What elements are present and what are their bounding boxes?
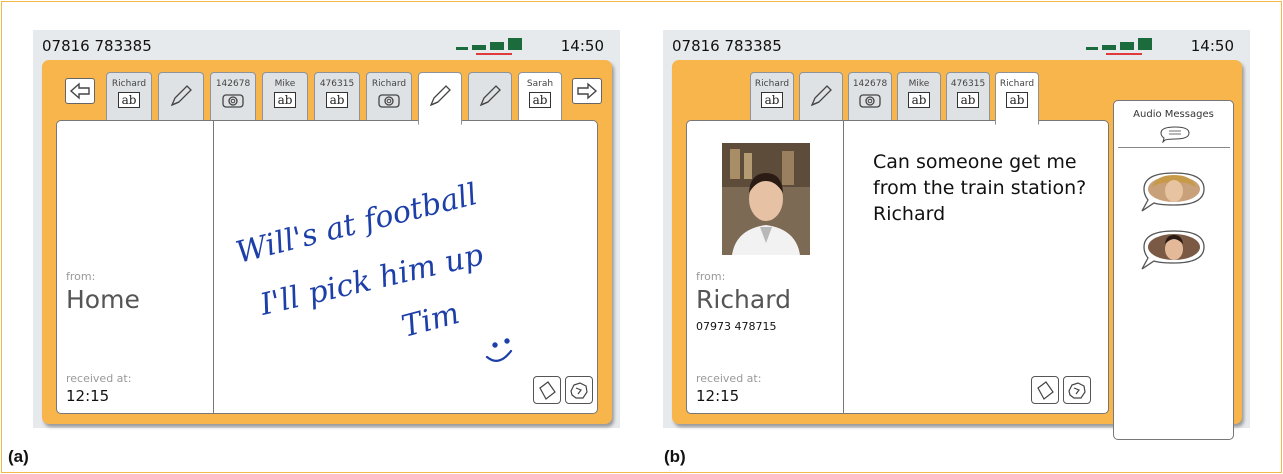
sender-number: 07973 478715 bbox=[696, 320, 777, 333]
handwritten-note: Will's at football I'll pick him up Tim bbox=[232, 177, 513, 362]
from-label: from: bbox=[696, 270, 726, 283]
sender-name: Home bbox=[66, 285, 140, 314]
discard-button[interactable] bbox=[533, 376, 561, 404]
message-view: from: Richard 07973 478715 received at: … bbox=[686, 120, 1109, 414]
smiley-icon bbox=[485, 338, 513, 362]
text-message-icon: ab bbox=[1005, 92, 1029, 108]
phone-number: 07816 783385 bbox=[42, 37, 152, 55]
discard-button[interactable] bbox=[1031, 376, 1059, 404]
tab-richard-photo[interactable]: Richard bbox=[366, 72, 412, 122]
handwriting-signature: Tim bbox=[398, 296, 463, 345]
camera-icon bbox=[378, 94, 400, 108]
audio-message-button[interactable] bbox=[1138, 169, 1208, 213]
tab-142678-photo[interactable]: 142678 bbox=[210, 72, 256, 122]
message-board: Richard ab 142678 Mike ab 476315 ab Rich… bbox=[42, 60, 612, 424]
caption-b: (b) bbox=[664, 447, 686, 466]
tab-476315-text[interactable]: 476315 ab bbox=[314, 72, 360, 122]
received-label: received at: bbox=[696, 372, 762, 385]
tab-drawing-active[interactable] bbox=[418, 72, 462, 125]
text-message-icon: ab bbox=[528, 92, 552, 108]
divider bbox=[1118, 147, 1230, 148]
signal-strength-icon bbox=[1086, 37, 1162, 55]
message-view: from: Home received at: 12:15 Will's at … bbox=[56, 120, 598, 414]
text-message-icon: ab bbox=[907, 92, 931, 108]
tab-richard-text[interactable]: Richard ab bbox=[750, 72, 794, 122]
sender-photo bbox=[722, 143, 810, 255]
next-button[interactable] bbox=[572, 78, 602, 104]
previous-button[interactable] bbox=[65, 78, 95, 104]
tab-drawing[interactable] bbox=[468, 72, 512, 122]
tab-drawing[interactable] bbox=[158, 72, 204, 122]
note-icon bbox=[1037, 381, 1054, 400]
message-info: from: Home received at: 12:15 bbox=[57, 121, 214, 413]
tab-richard-text-active[interactable]: Richard ab bbox=[995, 72, 1039, 125]
caption-a: (a) bbox=[8, 447, 29, 466]
pen-icon bbox=[479, 85, 501, 107]
tab-476315-text[interactable]: 476315 ab bbox=[946, 72, 990, 122]
pen-icon bbox=[170, 85, 192, 107]
tab-mike-text[interactable]: Mike ab bbox=[897, 72, 941, 122]
speech-bubble-icon bbox=[1160, 126, 1190, 143]
tab-drawing[interactable] bbox=[799, 72, 843, 122]
arrow-left-icon bbox=[69, 82, 90, 100]
signal-strength-icon bbox=[456, 37, 532, 55]
phone-number: 07816 783385 bbox=[672, 37, 782, 55]
crumple-button[interactable] bbox=[565, 376, 593, 404]
message-body: Can someone get me from the train statio… bbox=[873, 151, 1087, 225]
tab-richard-text[interactable]: Richard ab bbox=[106, 72, 152, 122]
received-time: 12:15 bbox=[696, 387, 740, 405]
tab-142678-photo[interactable]: 142678 bbox=[848, 72, 892, 122]
message-board: Richard ab 142678 Mike ab 476315 ab Rich… bbox=[672, 60, 1242, 440]
audio-message-button[interactable] bbox=[1138, 227, 1208, 271]
tab-sarah-text[interactable]: Sarah ab bbox=[518, 72, 562, 122]
received-label: received at: bbox=[66, 372, 132, 385]
audio-messages-title: Audio Messages bbox=[1133, 109, 1214, 120]
sender-name: Richard bbox=[696, 285, 791, 314]
tab-mike-text[interactable]: Mike ab bbox=[262, 72, 308, 122]
clock: 14:50 bbox=[1190, 37, 1234, 55]
received-time: 12:15 bbox=[66, 387, 110, 405]
camera-icon bbox=[222, 94, 244, 108]
note-icon bbox=[539, 381, 556, 400]
arrow-right-icon bbox=[577, 82, 598, 100]
crumpled-paper-icon bbox=[570, 382, 588, 399]
crumple-button[interactable] bbox=[1063, 376, 1091, 404]
text-message-icon: ab bbox=[273, 92, 297, 108]
from-label: from: bbox=[66, 270, 96, 283]
audio-messages-panel: Audio Messages bbox=[1113, 100, 1234, 440]
text-message-icon: ab bbox=[760, 92, 784, 108]
text-message-icon: ab bbox=[117, 92, 141, 108]
device-screen-a: 07816 783385 14:50 Richard ab 142678 Mik… bbox=[33, 30, 620, 428]
device-screen-b: 07816 783385 14:50 Richard ab 142678 Mik… bbox=[663, 30, 1250, 440]
pen-icon bbox=[429, 85, 451, 107]
crumpled-paper-icon bbox=[1068, 382, 1086, 399]
camera-icon bbox=[859, 94, 881, 108]
text-message-icon: ab bbox=[956, 92, 980, 108]
clock: 14:50 bbox=[560, 37, 604, 55]
pen-icon bbox=[810, 85, 832, 107]
message-info: from: Richard 07973 478715 received at: … bbox=[687, 121, 844, 413]
text-message-icon: ab bbox=[325, 92, 349, 108]
